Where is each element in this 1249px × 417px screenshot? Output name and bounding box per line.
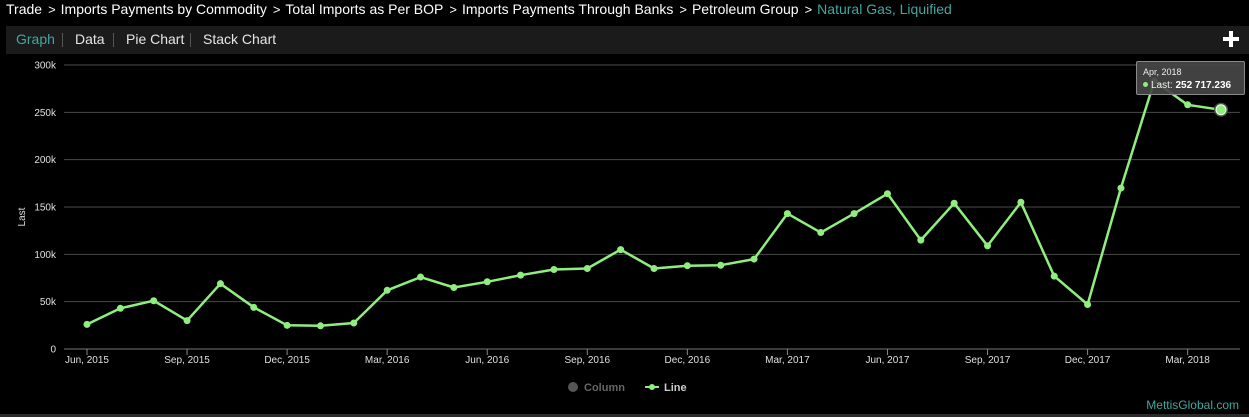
tab-divider (62, 33, 63, 47)
data-point (984, 242, 992, 250)
data-point (683, 262, 691, 270)
tab-pie-chart[interactable]: Pie Chart (126, 26, 184, 54)
breadcrumb: Trade > Imports Payments by Commodity > Tota… (6, 0, 952, 20)
tooltip-row: Last: 252 717.236 (1143, 80, 1231, 91)
dot-icon (1143, 82, 1148, 87)
data-point (817, 229, 825, 237)
data-point (583, 265, 591, 273)
data-point (717, 261, 725, 269)
data-point (383, 286, 391, 294)
data-point (750, 255, 758, 263)
data-point (1117, 184, 1125, 192)
data-point (1017, 198, 1025, 206)
data-point-highlighted (1215, 104, 1227, 116)
data-point (316, 322, 324, 330)
tab-stack-chart[interactable]: Stack Chart (203, 26, 276, 54)
y-axis-label: Last (17, 207, 28, 226)
data-point (417, 273, 425, 281)
y-tick-label: 50k (40, 297, 57, 308)
data-point (783, 210, 791, 218)
breadcrumb-current: Natural Gas, Liquified (817, 1, 952, 17)
tab-graph[interactable]: Graph (16, 26, 55, 54)
x-tick-label: Jun, 2017 (866, 355, 910, 366)
x-tick-label: Sep, 2015 (164, 355, 210, 366)
breadcrumb-item-imports-payments-by-commodity[interactable]: Imports Payments by Commodity (61, 1, 267, 17)
tooltip-series-label: Last: (1151, 80, 1173, 91)
data-point (883, 190, 891, 198)
chart-toolbar: Graph Data Pie Chart Stack Chart (6, 26, 1249, 54)
y-tick-label: 150k (34, 203, 57, 214)
breadcrumb-separator: > (449, 2, 457, 17)
tooltip-date: Apr, 2018 (1143, 67, 1182, 77)
breadcrumb-item-petroleum-group[interactable]: Petroleum Group (692, 1, 799, 17)
legend-label-column: Column (584, 382, 625, 394)
x-tick-label: Mar, 2017 (765, 355, 810, 366)
data-point (183, 317, 191, 325)
plus-icon[interactable] (1223, 31, 1239, 47)
breadcrumb-separator: > (679, 2, 687, 17)
data-point (1184, 101, 1192, 109)
legend-item-line[interactable]: Line (645, 382, 687, 394)
data-point (116, 304, 124, 312)
data-point (150, 297, 158, 305)
credits-link[interactable]: MettisGlobal.com (1146, 398, 1239, 412)
data-point (83, 320, 91, 328)
x-tick-label: Jun, 2016 (465, 355, 509, 366)
data-point (617, 246, 625, 254)
legend-dot-icon (568, 382, 578, 392)
x-tick-label: Dec, 2017 (1065, 355, 1111, 366)
breadcrumb-separator: > (804, 2, 813, 17)
tab-divider (113, 33, 114, 47)
y-axis-ticks: 0 50k 100k 150k 200k 250k 300k (34, 61, 57, 356)
x-tick-label: Dec, 2015 (264, 355, 310, 366)
tab-data[interactable]: Data (75, 26, 105, 54)
data-point (250, 303, 258, 311)
chart-grid (64, 64, 1240, 350)
data-point (350, 319, 358, 327)
data-point (850, 210, 858, 218)
x-tick-label: Jun, 2015 (65, 355, 109, 366)
data-point (950, 199, 958, 207)
data-point (283, 321, 291, 329)
series-line (86, 79, 1222, 328)
breadcrumb-item-trade[interactable]: Trade (6, 1, 42, 17)
legend-item-column[interactable]: Column (568, 382, 625, 394)
tab-divider (190, 33, 191, 47)
x-axis: Jun, 2015 Sep, 2015 Dec, 2015 Mar, 2016 Jun,… (65, 349, 1210, 366)
data-point (450, 283, 458, 291)
data-point (650, 265, 658, 273)
tooltip-value: 252 717.236 (1175, 80, 1232, 91)
series-last (83, 77, 1228, 330)
data-point (216, 280, 224, 288)
data-point (517, 271, 525, 279)
breadcrumb-separator: > (48, 2, 56, 17)
data-point (483, 278, 491, 286)
data-point (917, 236, 925, 244)
breadcrumb-item-imports-through-banks[interactable]: Imports Payments Through Banks (462, 1, 673, 17)
x-tick-label: Mar, 2018 (1165, 355, 1210, 366)
y-tick-label: 200k (34, 155, 57, 166)
y-tick-label: 100k (34, 250, 57, 261)
data-point (1084, 301, 1092, 309)
y-tick-label: 0 (50, 345, 56, 356)
y-tick-label: 250k (34, 108, 57, 119)
x-tick-label: Sep, 2017 (965, 355, 1011, 366)
x-tick-label: Sep, 2016 (564, 355, 610, 366)
breadcrumb-item-total-imports-bop[interactable]: Total Imports as Per BOP (285, 1, 443, 17)
data-point (1050, 272, 1058, 280)
chart-tooltip: Apr, 2018 Last: 252 717.236 (1136, 61, 1245, 95)
legend-line-icon (645, 384, 659, 390)
breadcrumb-separator: > (272, 2, 281, 17)
data-point (550, 265, 558, 273)
x-tick-label: Dec, 2016 (665, 355, 711, 366)
line-chart: 0 50k 100k 150k 200k 250k 300k Last Jun, 2015 S… (17, 61, 1240, 366)
y-tick-label: 300k (34, 61, 57, 72)
x-tick-label: Mar, 2016 (365, 355, 410, 366)
legend-label-line: Line (664, 382, 687, 394)
